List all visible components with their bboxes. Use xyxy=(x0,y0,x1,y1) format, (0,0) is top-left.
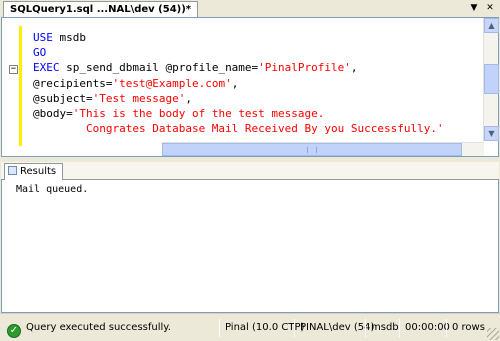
scroll-up-icon[interactable]: ▲ xyxy=(484,18,499,33)
sql-string: 'This is the body of the test message. xyxy=(72,107,325,121)
change-margin-bar xyxy=(19,26,22,146)
sql-token: sp_send_dbmail @profile_name= xyxy=(59,61,259,75)
status-separator xyxy=(294,319,295,337)
status-server: Pinal (10.0 CTP) xyxy=(225,322,305,333)
status-database: msdb xyxy=(371,322,399,333)
results-pane[interactable]: Mail queued. xyxy=(1,180,499,313)
tab-results[interactable]: Results xyxy=(4,163,64,180)
results-tabbar: Results xyxy=(1,162,499,180)
status-row-count: 0 rows xyxy=(452,322,485,333)
tab-dropdown-icon[interactable]: ▼ xyxy=(468,3,480,14)
status-elapsed-time: 00:00:00 xyxy=(405,322,450,333)
scroll-down-icon[interactable]: ▼ xyxy=(484,126,499,141)
sql-token: @recipients= xyxy=(33,76,113,90)
code-line[interactable]: @subject='Test message', xyxy=(33,91,444,106)
sql-string: 'test@Example.com' xyxy=(112,76,232,90)
status-connection: PINAL\dev (54) xyxy=(300,322,375,333)
sql-keyword: USE xyxy=(33,31,53,44)
sql-token: @subject= xyxy=(33,91,93,105)
close-icon[interactable]: ✕ xyxy=(484,3,496,14)
code-line[interactable]: EXEC sp_send_dbmail @profile_name='Pinal… xyxy=(33,60,444,75)
sql-token: @body= xyxy=(33,107,73,121)
resize-grip-icon[interactable] xyxy=(487,328,499,340)
sql-token: msdb xyxy=(52,31,86,44)
code-line[interactable]: @recipients='test@Example.com', xyxy=(33,76,444,91)
status-bar: ✓ Query executed successfully. Pinal (10.… xyxy=(0,313,500,341)
results-output: Mail queued. xyxy=(16,184,89,195)
status-separator xyxy=(399,319,400,337)
horizontal-scroll-thumb[interactable] xyxy=(162,143,462,156)
code-text[interactable]: USE msdb GO EXEC sp_send_dbmail @profile_n… xyxy=(33,30,444,136)
status-separator xyxy=(446,319,447,337)
sql-keyword: EXEC xyxy=(33,61,60,75)
sql-token: , xyxy=(350,61,358,75)
grip-icon xyxy=(307,147,317,153)
sql-string: 'PinalProfile' xyxy=(258,61,351,75)
grid-icon xyxy=(8,166,17,175)
code-line[interactable]: @body='This is the body of the test mess… xyxy=(33,106,444,121)
status-separator xyxy=(219,319,220,337)
sql-keyword: GO xyxy=(33,46,47,60)
sql-editor[interactable]: − USE msdb GO EXEC sp_send_dbmail @profile… xyxy=(1,17,499,157)
vertical-scroll-thumb[interactable] xyxy=(484,64,499,94)
success-check-icon: ✓ xyxy=(7,324,21,338)
code-line[interactable]: GO xyxy=(33,45,444,60)
document-tabstrip: SQLQuery1.sql ...NAL\dev (54))* ▼ ✕ xyxy=(0,0,500,17)
query-window: SQLQuery1.sql ...NAL\dev (54))* ▼ ✕ − US… xyxy=(0,0,500,341)
status-message-text: Query executed successfully. xyxy=(26,322,171,333)
sql-token: , xyxy=(185,91,192,105)
horizontal-scrollbar[interactable] xyxy=(162,142,484,156)
collapse-icon[interactable]: − xyxy=(9,65,18,74)
code-line[interactable]: Congrates Database Mail Received By you … xyxy=(33,121,444,136)
sql-string: Congrates Database Mail Received By you … xyxy=(33,122,444,136)
status-message: ✓ Query executed successfully. xyxy=(4,318,171,338)
results-tab-label: Results xyxy=(20,166,57,177)
vertical-scrollbar[interactable]: ▲ ▼ xyxy=(483,18,499,141)
query-tab[interactable]: SQLQuery1.sql ...NAL\dev (54))* xyxy=(3,1,199,17)
code-line[interactable]: USE msdb xyxy=(33,30,444,45)
sql-token: , xyxy=(231,76,239,90)
status-separator xyxy=(365,319,366,337)
sql-string: 'Test message' xyxy=(92,91,186,105)
